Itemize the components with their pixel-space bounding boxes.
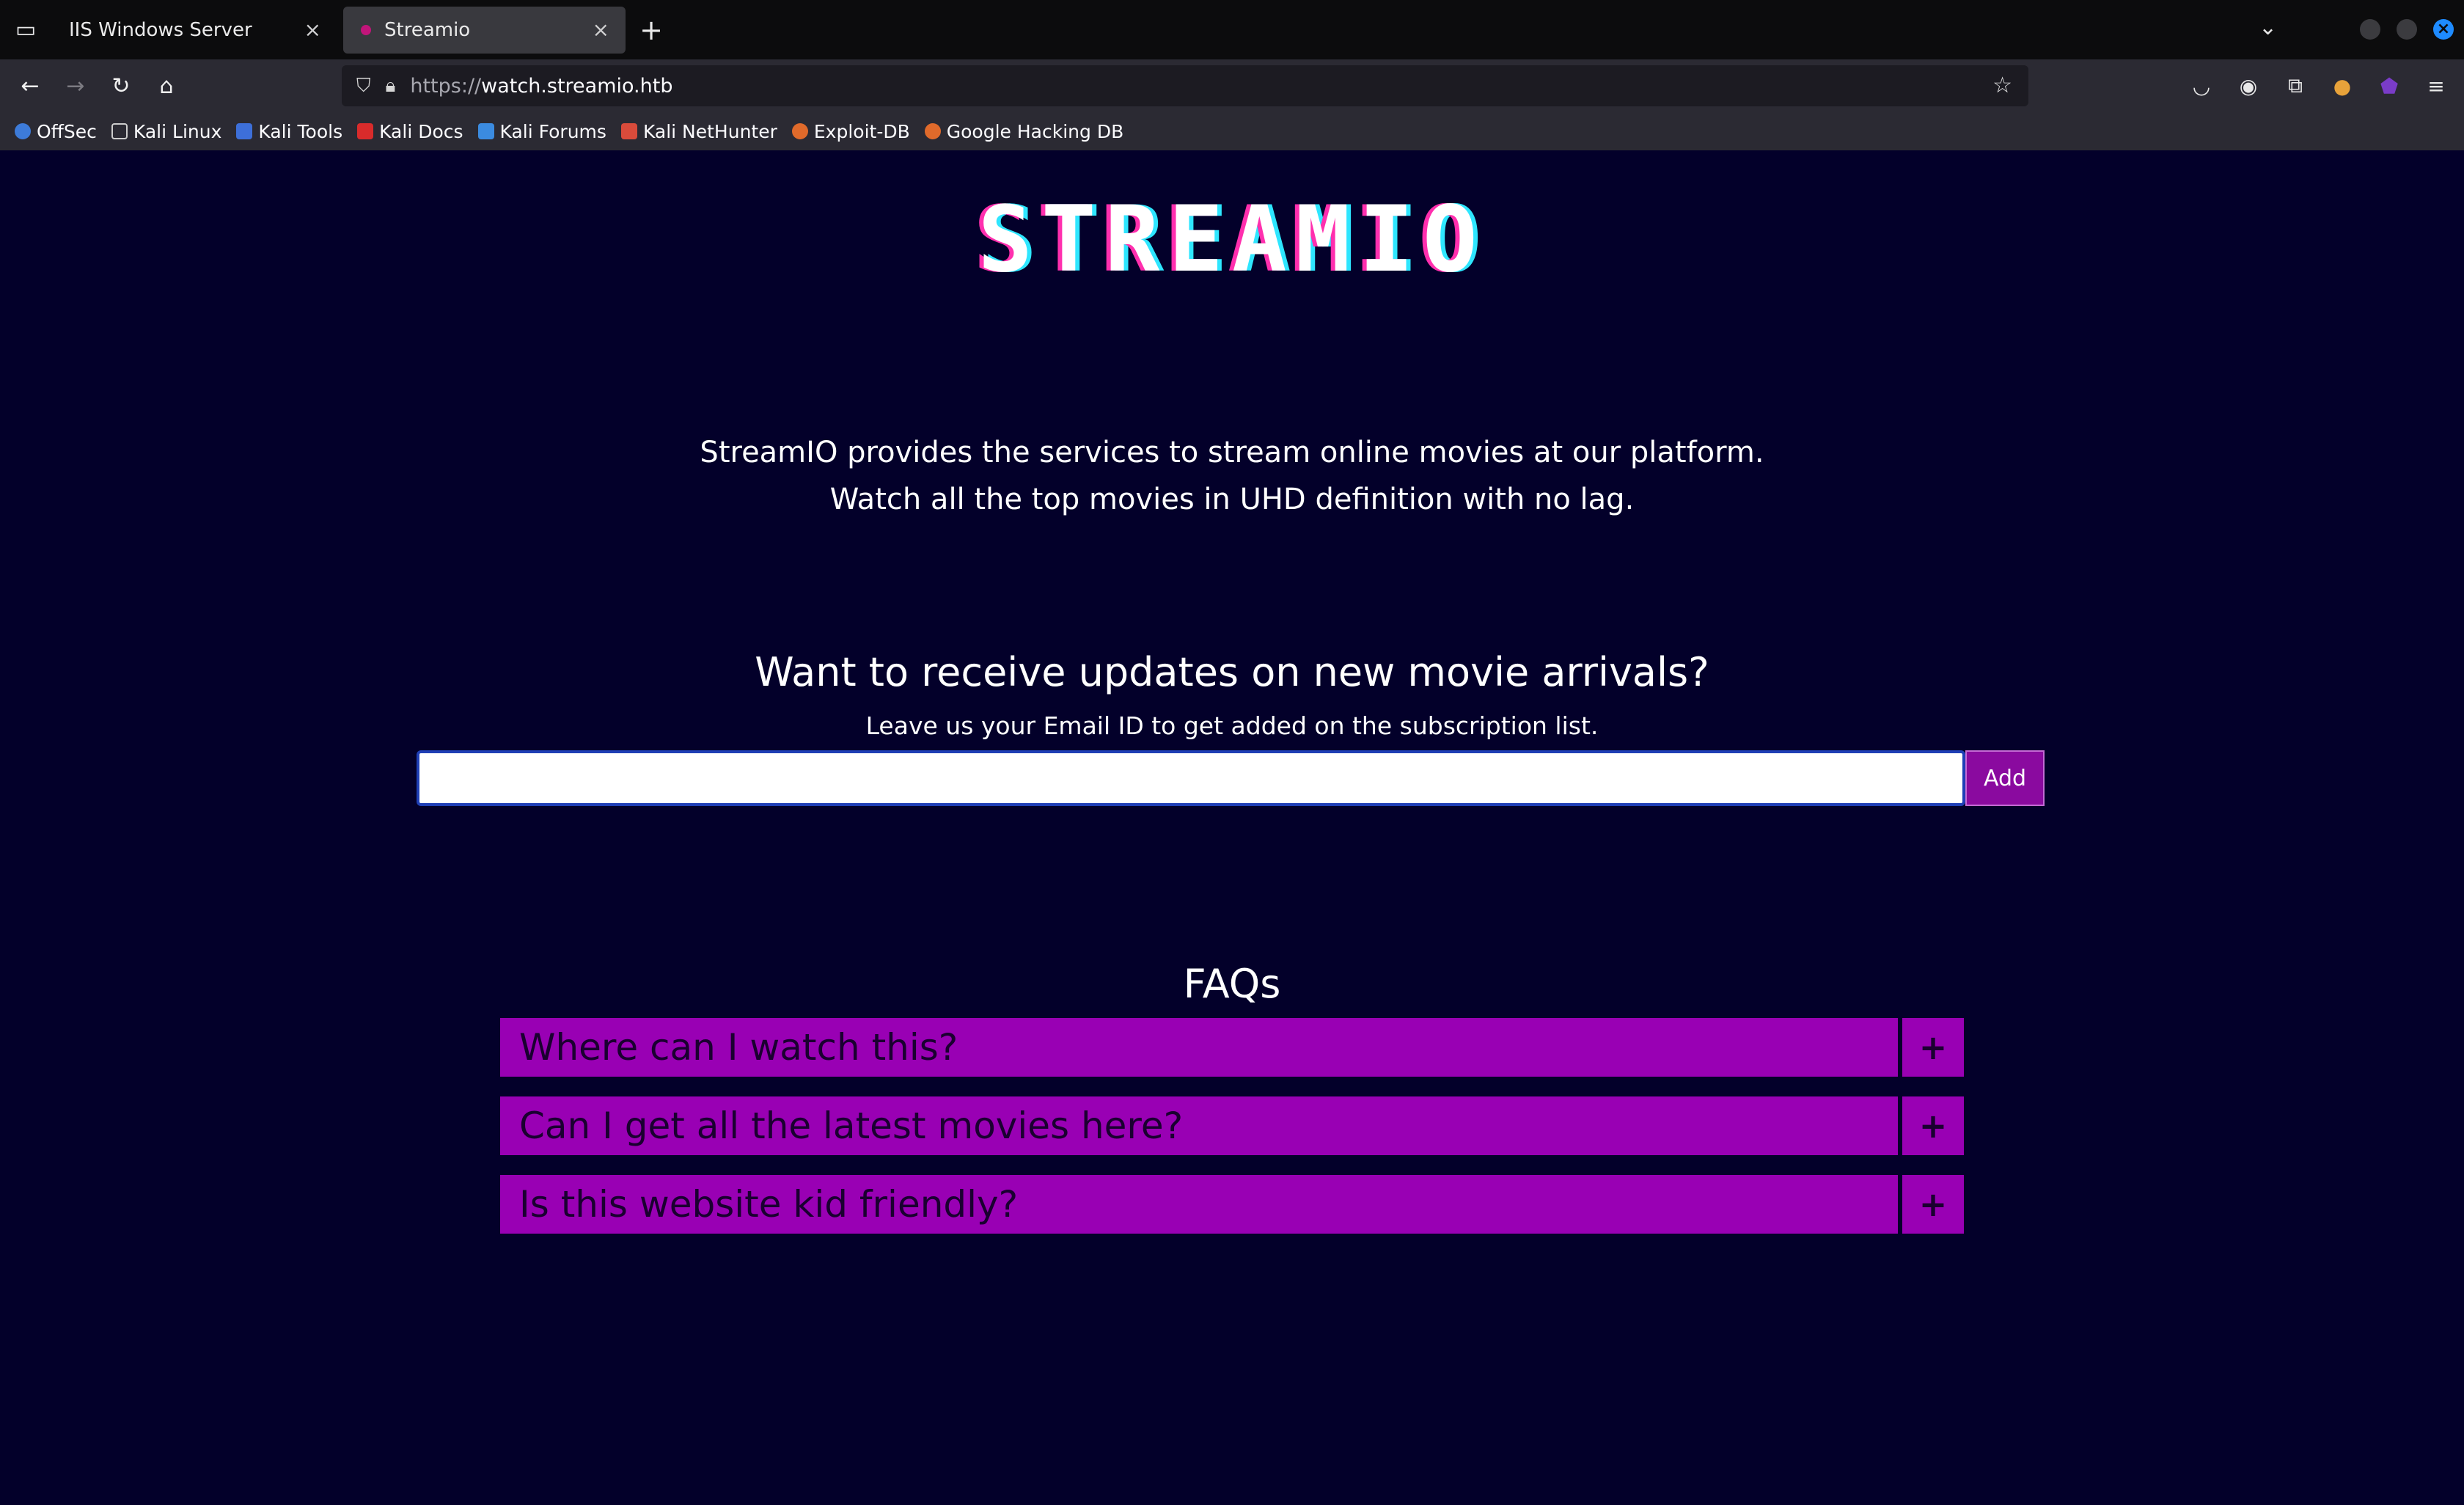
tab-list-icon[interactable]: ▭ bbox=[0, 0, 51, 59]
tab-streamio[interactable]: Streamio × bbox=[343, 6, 626, 54]
bookmark-star-icon[interactable]: ☆ bbox=[1992, 73, 2012, 98]
foxyproxy-icon[interactable]: ● bbox=[2319, 62, 2366, 109]
exploit-db-icon bbox=[791, 123, 808, 139]
maximize-icon[interactable] bbox=[2397, 19, 2417, 40]
faq-question[interactable]: Is this website kid friendly? bbox=[500, 1175, 1898, 1234]
tab-label: IIS Windows Server bbox=[69, 18, 252, 41]
bookmark-offsec[interactable]: OffSec bbox=[15, 121, 97, 142]
toolbar-extensions: ◡ ◉ ⧉ ● ⬟ ≡ bbox=[2178, 59, 2460, 112]
account-icon[interactable]: ◉ bbox=[2225, 62, 2272, 109]
bookmark-kali-linux[interactable]: Kali Linux bbox=[111, 121, 221, 142]
new-tab-plus-icon[interactable]: + bbox=[626, 7, 677, 54]
nethunter-icon bbox=[620, 123, 637, 139]
faq-item[interactable]: Where can I watch this? + bbox=[500, 1018, 1964, 1077]
bookmark-exploit-db[interactable]: Exploit-DB bbox=[791, 121, 910, 142]
menu-icon[interactable]: ≡ bbox=[2413, 62, 2460, 109]
kali-docs-icon bbox=[357, 123, 374, 139]
navigation-toolbar: ← → ↻ ⌂ ⛉ 🔒︎ https://watch.streamio.htb … bbox=[0, 59, 2464, 112]
lock-icon[interactable]: 🔒︎ bbox=[386, 75, 396, 98]
forward-arrow-icon[interactable]: → bbox=[53, 63, 98, 109]
back-arrow-icon[interactable]: ← bbox=[7, 63, 53, 109]
reload-icon[interactable]: ↻ bbox=[98, 63, 144, 109]
close-icon[interactable]: × bbox=[304, 18, 321, 42]
bookmark-kali-tools[interactable]: Kali Tools bbox=[236, 121, 342, 142]
bookmark-kali-forums[interactable]: Kali Forums bbox=[477, 121, 606, 142]
favicon-icon bbox=[361, 24, 371, 35]
bookmark-google-hacking-db[interactable]: Google Hacking DB bbox=[924, 121, 1123, 142]
subscribe-subtext: Leave us your Email ID to get added on t… bbox=[865, 711, 1599, 740]
kali-tools-icon bbox=[236, 123, 253, 139]
ublock-extension-icon[interactable]: ⬟ bbox=[2366, 62, 2413, 109]
email-field[interactable] bbox=[417, 750, 1965, 806]
close-icon[interactable]: × bbox=[593, 18, 609, 42]
window-close-icon[interactable]: × bbox=[2433, 19, 2454, 40]
offsec-icon bbox=[15, 123, 31, 139]
subscribe-heading: Want to receive updates on new movie arr… bbox=[755, 649, 1709, 695]
tab-iis-windows-server[interactable]: IIS Windows Server × bbox=[51, 7, 337, 54]
kali-dragon-icon bbox=[111, 123, 128, 139]
address-bar[interactable]: ⛉ 🔒︎ https://watch.streamio.htb ☆ bbox=[342, 65, 2028, 106]
faq-expand-button[interactable]: + bbox=[1902, 1096, 1964, 1155]
site-logo: STREAMIO bbox=[978, 187, 1486, 293]
shield-icon[interactable]: ⛉ bbox=[356, 75, 371, 98]
faq-expand-button[interactable]: + bbox=[1902, 1018, 1964, 1077]
add-button[interactable]: Add bbox=[1965, 750, 2045, 806]
faq-question[interactable]: Can I get all the latest movies here? bbox=[500, 1096, 1898, 1155]
faq-title: FAQs bbox=[1183, 961, 1281, 1007]
minimize-icon[interactable] bbox=[2360, 19, 2380, 40]
faq-question[interactable]: Where can I watch this? bbox=[500, 1018, 1898, 1077]
faq-item[interactable]: Can I get all the latest movies here? + bbox=[500, 1096, 1964, 1155]
chevron-down-icon[interactable]: ⌄ bbox=[2259, 15, 2277, 40]
kali-forums-icon bbox=[477, 123, 494, 139]
intro-text: StreamIO provides the services to stream… bbox=[0, 429, 2464, 523]
tab-bar: ▭ IIS Windows Server × Streamio × + ⌄ × bbox=[0, 0, 2464, 59]
pocket-icon[interactable]: ◡ bbox=[2178, 62, 2225, 109]
tab-label: Streamio bbox=[384, 18, 471, 41]
ghdb-icon bbox=[924, 123, 941, 139]
extensions-icon[interactable]: ⧉ bbox=[2272, 62, 2319, 109]
faq-item[interactable]: Is this website kid friendly? + bbox=[500, 1175, 1964, 1234]
intro-line-1: StreamIO provides the services to stream… bbox=[700, 436, 1764, 469]
bookmarks-bar: OffSec Kali Linux Kali Tools Kali Docs K… bbox=[0, 112, 2464, 150]
intro-line-2: Watch all the top movies in UHD definiti… bbox=[829, 483, 1635, 516]
home-icon[interactable]: ⌂ bbox=[144, 63, 189, 109]
faq-expand-button[interactable]: + bbox=[1902, 1175, 1964, 1234]
bookmark-kali-nethunter[interactable]: Kali NetHunter bbox=[620, 121, 777, 142]
url-text[interactable]: https://watch.streamio.htb bbox=[410, 75, 672, 98]
bookmark-kali-docs[interactable]: Kali Docs bbox=[357, 121, 463, 142]
page-content: STREAMIO StreamIO provides the services … bbox=[0, 150, 2464, 1505]
